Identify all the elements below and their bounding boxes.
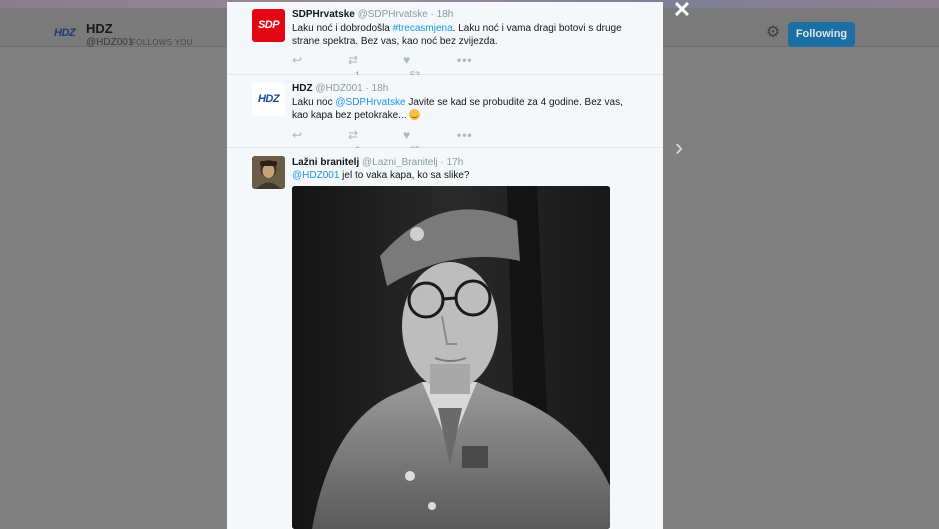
profile-logo[interactable]: HDZ <box>54 27 80 41</box>
tweet-item[interactable]: HDZ HDZ @HDZ001 · 18h Laku noc @SDPHrvat… <box>227 75 663 155</box>
tweet-item[interactable]: SDP SDPHrvatske @SDPHrvatske · 18h Laku … <box>227 2 663 80</box>
tweet-time[interactable]: · 18h <box>366 83 389 94</box>
tweet-time[interactable]: · 18h <box>431 9 454 20</box>
avatar-portrait <box>252 156 285 189</box>
reply-icon: ↩ <box>292 53 303 67</box>
retweet-icon: ⇄ <box>348 53 359 67</box>
tweet-text-part: jel to vaka kapa, ko sa slike? <box>339 170 470 181</box>
tweet-item[interactable]: Lažni branitelj @Lazni_Branitelj · 17h @… <box>227 148 663 529</box>
next-arrow-icon[interactable]: › <box>670 136 688 160</box>
avatar[interactable] <box>252 156 285 189</box>
tweet-time[interactable]: · 17h <box>441 157 464 168</box>
gear-icon[interactable]: ⚙ <box>765 25 781 41</box>
avatar[interactable]: SDP <box>252 9 285 42</box>
smiling-emoji-icon <box>409 109 421 120</box>
hashtag-link[interactable]: #trecasmjena <box>393 23 453 34</box>
tweet-header: HDZ @HDZ001 · 18h <box>292 83 388 94</box>
following-button[interactable]: Following <box>788 22 855 47</box>
close-icon[interactable]: ✕ <box>672 0 692 21</box>
tweet-header: Lažni branitelj @Lazni_Branitelj · 17h <box>292 157 463 168</box>
reply-button[interactable]: ↩ <box>292 128 302 142</box>
heart-icon: ♥ <box>403 53 411 67</box>
heart-icon: ♥ <box>403 128 411 142</box>
retweet-button[interactable]: ⇄6 <box>348 128 360 155</box>
tweet-photo[interactable] <box>292 186 610 529</box>
author-handle[interactable]: @Lazni_Branitelj <box>362 157 438 168</box>
like-button[interactable]: ♥53 <box>403 53 420 80</box>
tweet-conversation-modal: SDP SDPHrvatske @SDPHrvatske · 18h Laku … <box>227 2 663 529</box>
like-button[interactable]: ♥25 <box>403 128 420 155</box>
reply-icon: ↩ <box>292 128 303 142</box>
reply-button[interactable]: ↩ <box>292 53 302 67</box>
tweet-text: Laku noć i dobrodošla #trecasmjena. Laku… <box>292 22 637 48</box>
retweet-icon: ⇄ <box>348 128 359 142</box>
author-name[interactable]: HDZ <box>292 83 313 94</box>
profile-name[interactable]: HDZ <box>86 21 113 36</box>
more-icon[interactable]: ••• <box>457 128 473 142</box>
tweet-header: SDPHrvatske @SDPHrvatske · 18h <box>292 9 453 20</box>
author-name[interactable]: SDPHrvatske <box>292 9 355 20</box>
tweet-text: Laku noc @SDPHrvatske Javite se kad se p… <box>292 96 637 122</box>
profile-handle: @HDZ001 <box>86 37 134 48</box>
tweet-text-part: Laku noc <box>292 97 336 108</box>
historical-portrait-photo <box>292 186 610 529</box>
author-handle[interactable]: @SDPHrvatske <box>358 9 428 20</box>
author-name[interactable]: Lažni branitelj <box>292 157 359 168</box>
more-icon[interactable]: ••• <box>457 53 473 67</box>
author-handle[interactable]: @HDZ001 <box>315 83 362 94</box>
mention-link[interactable]: @SDPHrvatske <box>335 97 405 108</box>
retweet-button[interactable]: ⇄1 <box>348 53 360 80</box>
tweet-text-part: Laku noć i dobrodošla <box>292 23 393 34</box>
follows-you-badge: FOLLOWS YOU <box>131 38 193 47</box>
tweet-text: @HDZ001 jel to vaka kapa, ko sa slike? <box>292 169 637 182</box>
avatar[interactable]: HDZ <box>252 83 285 116</box>
mention-link[interactable]: @HDZ001 <box>292 170 339 181</box>
